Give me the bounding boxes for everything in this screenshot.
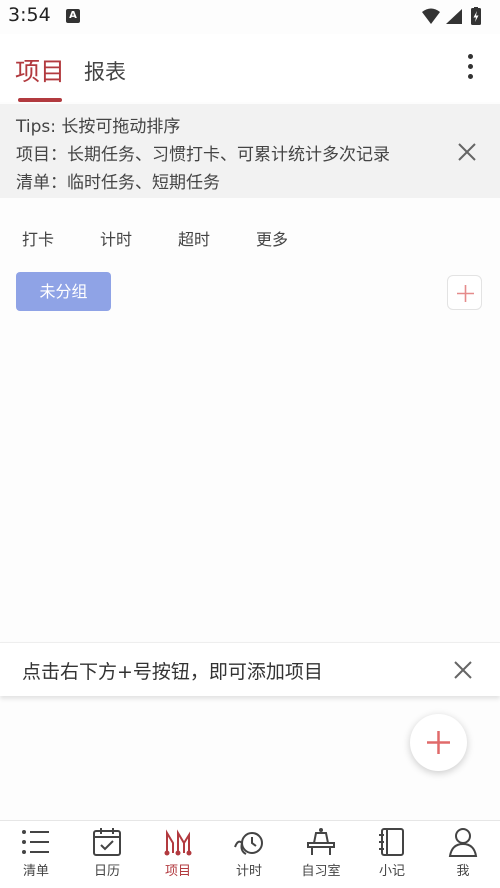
group-chip-ungrouped[interactable]: 未分组 [16, 272, 111, 311]
nav-label: 项目 [164, 864, 191, 879]
nav-label: 我 [456, 864, 470, 879]
hint-banner: 点击右下方+号按钮，即可添加项目 [0, 642, 500, 696]
nav-label: 小记 [378, 864, 405, 879]
hint-close-icon[interactable] [453, 660, 473, 680]
nav-item-study-room[interactable]: 自习室 [285, 827, 357, 885]
project-icon [164, 829, 192, 856]
tips-line-1: Tips: 长按可拖动排序 [16, 117, 181, 137]
top-tab-bar: 项目 报表 [0, 34, 500, 102]
filter-bar: 打卡 计时 超时 更多 [0, 220, 500, 254]
active-tab-indicator [18, 98, 62, 102]
more-options-icon[interactable] [462, 54, 478, 82]
nav-item-notes[interactable]: 小记 [356, 827, 428, 885]
nav-label: 自习室 [301, 864, 341, 879]
profile-icon [448, 828, 478, 857]
add-group-button[interactable] [447, 275, 482, 310]
timer-icon [234, 832, 263, 855]
tips-line-2: 项目：长期任务、习惯打卡、可累计统计多次记录 [16, 145, 390, 165]
calendar-icon [93, 828, 121, 856]
nav-label: 日历 [93, 864, 120, 879]
tab-report[interactable]: 报表 [84, 56, 126, 86]
filter-overtime[interactable]: 超时 [178, 226, 210, 250]
bottom-nav: 清单 日历 项目 计时 自习室 小记 我 [0, 820, 500, 888]
filter-checkin[interactable]: 打卡 [22, 226, 54, 250]
filter-more[interactable]: 更多 [256, 226, 288, 250]
nav-item-me[interactable]: 我 [427, 827, 499, 885]
nav-item-calendar[interactable]: 日历 [71, 827, 143, 885]
nav-item-project[interactable]: 项目 [142, 827, 214, 885]
hint-text: 点击右下方+号按钮，即可添加项目 [22, 661, 323, 683]
tab-project[interactable]: 项目 [15, 52, 65, 88]
notebook-icon [379, 828, 404, 856]
status-bar: 3:54 A [0, 0, 500, 34]
nav-label: 清单 [22, 864, 49, 879]
tips-close-icon[interactable] [456, 141, 478, 163]
battery-icon [471, 7, 481, 25]
add-project-fab[interactable] [410, 714, 467, 771]
notification-a-icon: A [66, 9, 80, 23]
list-icon [22, 830, 49, 854]
status-icons [420, 7, 490, 27]
nav-label: 计时 [235, 864, 262, 879]
status-time: 3:54 [8, 4, 51, 26]
nav-item-list[interactable]: 清单 [0, 827, 72, 885]
nav-item-timer[interactable]: 计时 [213, 827, 285, 885]
signal-icon [446, 9, 462, 24]
filter-timer[interactable]: 计时 [100, 226, 132, 250]
plus-icon [427, 731, 450, 754]
wifi-icon [422, 8, 440, 24]
tips-line-3: 清单：临时任务、短期任务 [16, 173, 220, 193]
study-room-icon [307, 828, 335, 855]
plus-icon [457, 285, 474, 302]
tips-box: Tips: 长按可拖动排序 项目：长期任务、习惯打卡、可累计统计多次记录 清单：… [0, 104, 500, 198]
